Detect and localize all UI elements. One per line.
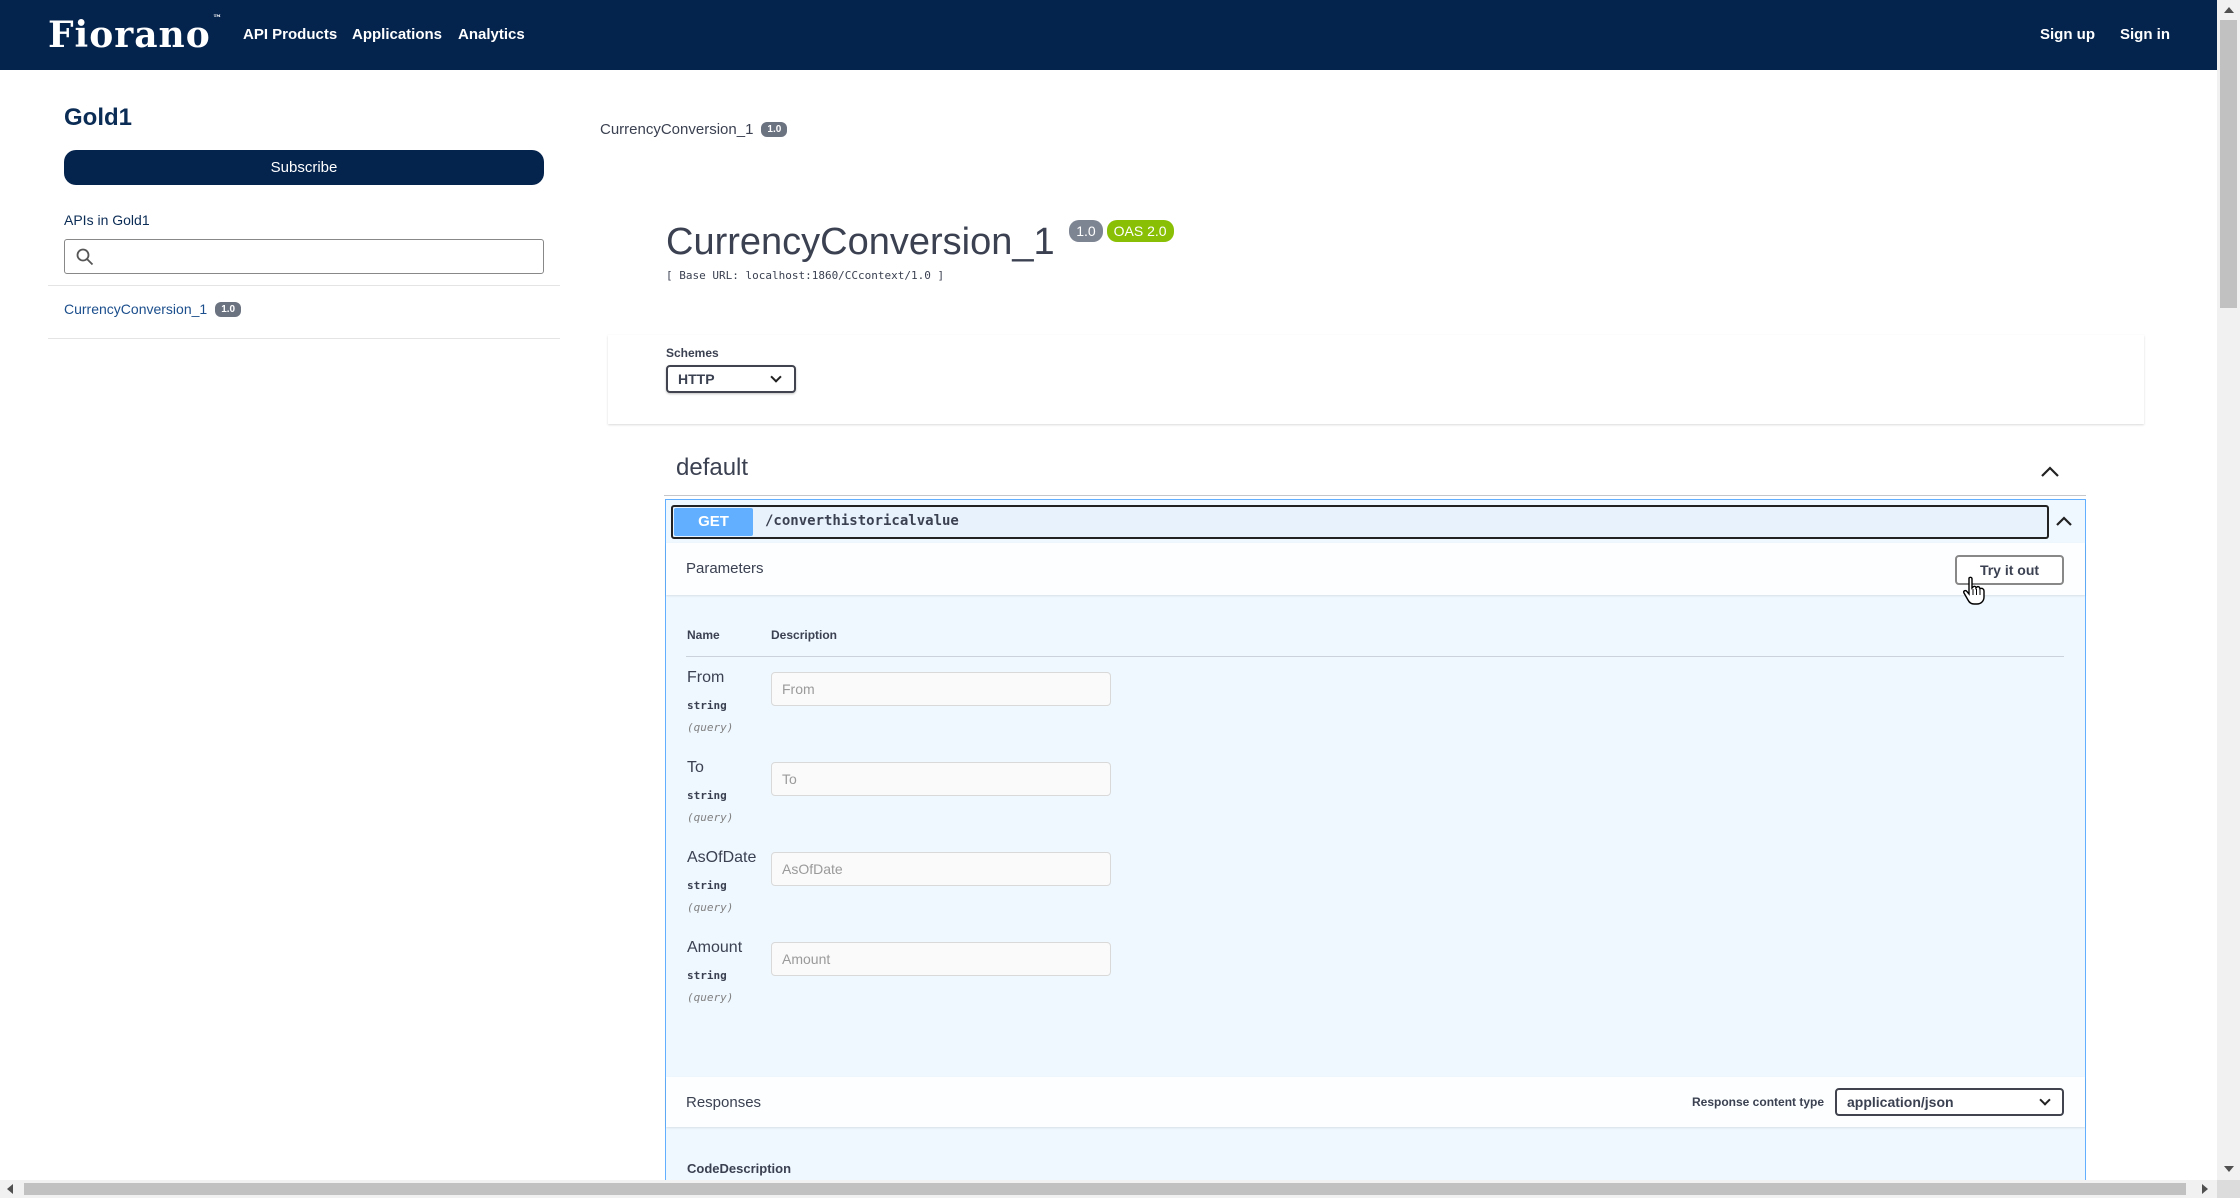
api-search-box [64,239,544,274]
tag-divider [664,495,2086,496]
hand-cursor-icon [1963,576,1985,605]
schemes-select[interactable]: HTTP [666,365,796,393]
param-name-to: To [687,759,704,776]
method-badge: GET [674,508,753,536]
api-title-text: CurrencyConversion_1 [666,221,1055,263]
top-navbar: Fiorano ™ API Products Applications Analy… [0,0,2217,70]
chevron-down-icon [2039,1094,2051,1106]
logo-text: Fiorano [48,14,211,56]
scroll-down-arrow-icon[interactable] [2224,1166,2234,1172]
schemes-selected-value: HTTP [678,371,715,387]
sidebar-api-name[interactable]: CurrencyConversion_1 [64,301,207,317]
operation-path: /converthistoricalvalue [765,513,959,529]
sign-up-link[interactable]: Sign up [2040,26,2095,43]
fiorano-logo[interactable]: Fiorano ™ [48,14,223,56]
base-url: [ Base URL: localhost:1860/CCcontext/1.0… [666,269,945,282]
parameters-divider [686,656,2064,657]
parameters-header: Parameters [666,543,2085,595]
scrollbar-corner [2217,1180,2240,1198]
response-content-type-select[interactable]: application/json [1835,1088,2064,1116]
horizontal-scrollbar[interactable] [0,1180,2217,1198]
operation-summary[interactable]: GET /converthistoricalvalue [671,505,2049,539]
column-header-name: Name [687,628,720,642]
chevron-up-icon[interactable] [2052,510,2076,534]
breadcrumb-version-badge: 1.0 [761,122,788,137]
param-input-to[interactable] [771,762,1111,796]
param-type: string [687,969,727,982]
schemes-label: Schemes [666,346,719,360]
sidebar-divider [48,338,560,339]
chevron-down-icon [770,371,782,383]
param-type: string [687,699,727,712]
param-input-asofdate[interactable] [771,852,1111,886]
product-title: Gold1 [64,104,133,131]
apis-in-product-label: APIs in Gold1 [64,212,150,228]
vertical-scroll-thumb[interactable] [2220,20,2237,308]
response-content-type-label: Response content type [1692,1095,1825,1109]
param-type: string [687,789,727,802]
breadcrumb-api-name: CurrencyConversion_1 [600,121,754,138]
scroll-right-arrow-icon[interactable] [2202,1184,2208,1194]
api-search-input[interactable] [103,244,533,269]
param-name-asofdate: AsOfDate [687,849,757,866]
column-header-response-description: Description [719,1161,792,1176]
horizontal-scroll-thumb[interactable] [24,1183,2186,1195]
sign-in-link[interactable]: Sign in [2120,26,2170,43]
schemes-container [608,335,2144,424]
param-name-amount: Amount [687,939,743,956]
param-location: (query) [687,901,734,914]
param-input-amount[interactable] [771,942,1111,976]
param-location: (query) [687,811,734,824]
sidebar-api-version-badge: 1.0 [215,302,242,317]
api-breadcrumb: CurrencyConversion_1 1.0 [600,121,788,138]
sidebar-api-item[interactable]: CurrencyConversion_1 1.0 [64,301,242,317]
column-header-description: Description [771,628,838,642]
logo-trademark: ™ [212,14,223,24]
subscribe-button[interactable]: Subscribe [64,150,544,185]
param-name-from: From [687,669,725,686]
param-input-from[interactable] [771,672,1111,706]
nav-api-products[interactable]: API Products [243,26,337,43]
param-location: (query) [687,991,734,1004]
responses-label: Responses [686,1094,762,1111]
vertical-scrollbar[interactable] [2217,0,2240,1180]
scroll-up-arrow-icon[interactable] [2224,7,2234,13]
api-version-badge: 1.0 [1069,220,1103,242]
nav-applications[interactable]: Applications [352,26,442,43]
param-type: string [687,879,727,892]
responses-column-headers: CodeDescription [687,1161,791,1176]
search-icon [76,248,94,266]
tag-default-title[interactable]: default [676,454,748,482]
sidebar-divider [48,285,560,286]
column-header-code: Code [687,1161,720,1176]
param-location: (query) [687,721,734,734]
oas-badge: OAS 2.0 [1106,220,1174,242]
scroll-left-arrow-icon[interactable] [7,1184,13,1194]
parameters-label: Parameters [686,560,764,577]
api-title: CurrencyConversion_1 1.0 OAS 2.0 [666,220,1174,264]
nav-analytics[interactable]: Analytics [458,26,525,43]
response-content-type-value: application/json [1847,1094,1954,1110]
chevron-up-icon[interactable] [2038,460,2062,484]
